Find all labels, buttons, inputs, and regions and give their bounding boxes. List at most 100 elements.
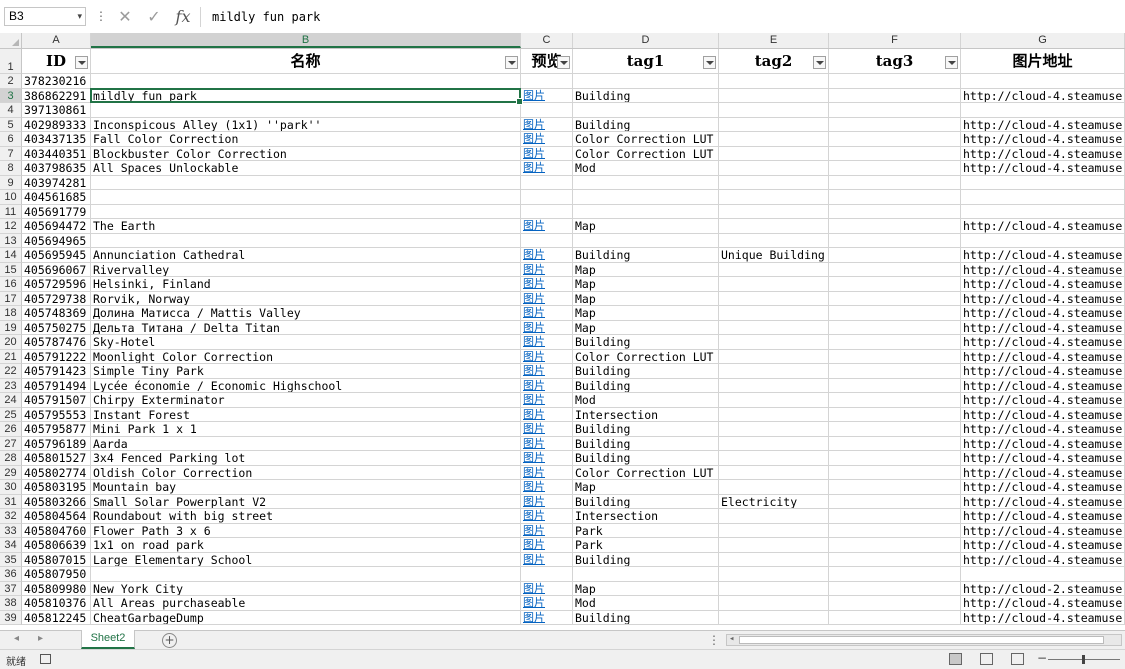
row-number[interactable]: 5	[0, 117, 22, 132]
cell-name[interactable]: Mini Park 1 x 1	[91, 422, 521, 437]
cell-tag1[interactable]: Building	[573, 248, 719, 263]
cell-tag3[interactable]	[829, 320, 961, 335]
cell-tag3[interactable]	[829, 378, 961, 393]
row-number[interactable]: 11	[0, 204, 22, 219]
header-cell-preview[interactable]: 预览	[521, 49, 573, 74]
row-number[interactable]: 24	[0, 393, 22, 408]
cell-url[interactable]: http://cloud-4.steamuserco	[961, 364, 1125, 379]
cell-tag2[interactable]	[719, 233, 829, 248]
cell-tag1[interactable]: Map	[573, 219, 719, 234]
cell-preview[interactable]: 图片	[521, 277, 573, 292]
cell-preview[interactable]: 图片	[521, 378, 573, 393]
header-cell-tag2[interactable]: tag2	[719, 49, 829, 74]
cell-name[interactable]: The Earth	[91, 219, 521, 234]
cell-id[interactable]: 405695945	[22, 248, 91, 263]
cell-tag3[interactable]	[829, 103, 961, 118]
cell-tag1[interactable]: Building	[573, 494, 719, 509]
row-number[interactable]: 26	[0, 422, 22, 437]
cell-tag2[interactable]	[719, 480, 829, 495]
normal-view-icon[interactable]	[949, 653, 962, 665]
cell-id[interactable]: 397130861	[22, 103, 91, 118]
cell-preview[interactable]: 图片	[521, 306, 573, 321]
cell-tag3[interactable]	[829, 509, 961, 524]
cell-preview[interactable]: 图片	[521, 436, 573, 451]
row-number[interactable]: 22	[0, 364, 22, 379]
header-cell-image-url[interactable]: 图片地址	[961, 49, 1125, 74]
cell-tag1[interactable]: Park	[573, 523, 719, 538]
cell-preview[interactable]: 图片	[521, 248, 573, 263]
cell-id[interactable]: 405791494	[22, 378, 91, 393]
cell-preview[interactable]: 图片	[521, 509, 573, 524]
cell-url[interactable]: http://cloud-4.steamuserco	[961, 335, 1125, 350]
cell-tag3[interactable]	[829, 494, 961, 509]
cell-tag3[interactable]	[829, 190, 961, 205]
cell-preview[interactable]: 图片	[521, 451, 573, 466]
cell-preview[interactable]	[521, 175, 573, 190]
cell-tag2[interactable]	[719, 103, 829, 118]
row-number[interactable]: 37	[0, 581, 22, 596]
cell-id[interactable]: 405787476	[22, 335, 91, 350]
row-number[interactable]: 27	[0, 436, 22, 451]
cell-preview[interactable]	[521, 190, 573, 205]
cell-id[interactable]: 403440351	[22, 146, 91, 161]
cell-name[interactable]: Small Solar Powerplant V2	[91, 494, 521, 509]
row-number[interactable]: 23	[0, 378, 22, 393]
cell-url[interactable]: http://cloud-4.steamuserco	[961, 262, 1125, 277]
cell-preview[interactable]: 图片	[521, 393, 573, 408]
cell-name[interactable]: mildly fun park	[91, 88, 521, 103]
cell-preview[interactable]: 图片	[521, 117, 573, 132]
cell-tag1[interactable]: Building	[573, 552, 719, 567]
cell-tag3[interactable]	[829, 465, 961, 480]
cell-id[interactable]: 405803195	[22, 480, 91, 495]
cell-url[interactable]: http://cloud-4.steamuserco	[961, 378, 1125, 393]
cell-id[interactable]: 405812245	[22, 610, 91, 625]
cell-tag2[interactable]	[719, 567, 829, 582]
cell-id[interactable]: 405795877	[22, 422, 91, 437]
cell-name[interactable]: All Spaces Unlockable	[91, 161, 521, 176]
cell-tag3[interactable]	[829, 364, 961, 379]
cell-url[interactable]: http://cloud-4.steamuserco	[961, 422, 1125, 437]
cell-preview[interactable]: 图片	[521, 596, 573, 611]
cell-preview[interactable]: 图片	[521, 364, 573, 379]
cell-id[interactable]: 405729596	[22, 277, 91, 292]
cell-id[interactable]: 403437135	[22, 132, 91, 147]
page-layout-view-icon[interactable]	[980, 653, 993, 665]
row-number[interactable]: 2	[0, 74, 22, 89]
cell-tag1[interactable]	[573, 233, 719, 248]
row-number[interactable]: 20	[0, 335, 22, 350]
cell-url[interactable]	[961, 204, 1125, 219]
cell-tag3[interactable]	[829, 581, 961, 596]
cell-id[interactable]: 405748369	[22, 306, 91, 321]
row-number[interactable]: 36	[0, 567, 22, 582]
cell-tag3[interactable]	[829, 335, 961, 350]
cell-preview[interactable]	[521, 567, 573, 582]
cell-name[interactable]: CheatGarbageDump	[91, 610, 521, 625]
cell-name[interactable]: Rivervalley	[91, 262, 521, 277]
zoom-out-icon[interactable]: −	[1037, 651, 1047, 665]
cell-url[interactable]: http://cloud-4.steamuserco	[961, 509, 1125, 524]
cell-tag2[interactable]	[719, 306, 829, 321]
cell-tag1[interactable]: Mod	[573, 596, 719, 611]
cell-preview[interactable]: 图片	[521, 422, 573, 437]
cell-name[interactable]	[91, 567, 521, 582]
cell-tag2[interactable]	[719, 175, 829, 190]
cell-tag3[interactable]	[829, 175, 961, 190]
cell-preview[interactable]: 图片	[521, 349, 573, 364]
cell-preview[interactable]: 图片	[521, 480, 573, 495]
cell-tag2[interactable]	[719, 204, 829, 219]
cell-preview[interactable]: 图片	[521, 88, 573, 103]
cell-id[interactable]: 405791423	[22, 364, 91, 379]
cell-name[interactable]: Inconspicous Alley (1x1) ''park''	[91, 117, 521, 132]
cell-id[interactable]: 405804760	[22, 523, 91, 538]
cell-tag3[interactable]	[829, 407, 961, 422]
row-number[interactable]: 1	[0, 49, 22, 74]
cell-name[interactable]: Simple Tiny Park	[91, 364, 521, 379]
cell-name[interactable]: Aarda	[91, 436, 521, 451]
prev-sheet-icon[interactable]: ◂	[14, 633, 19, 644]
cell-id[interactable]: 404561685	[22, 190, 91, 205]
cell-url[interactable]: http://cloud-4.steamuserco	[961, 248, 1125, 263]
column-header-a[interactable]: A	[22, 33, 91, 48]
cell-tag2[interactable]	[719, 146, 829, 161]
tab-sheet2[interactable]: Sheet2	[81, 630, 135, 649]
cell-id[interactable]: 403974281	[22, 175, 91, 190]
